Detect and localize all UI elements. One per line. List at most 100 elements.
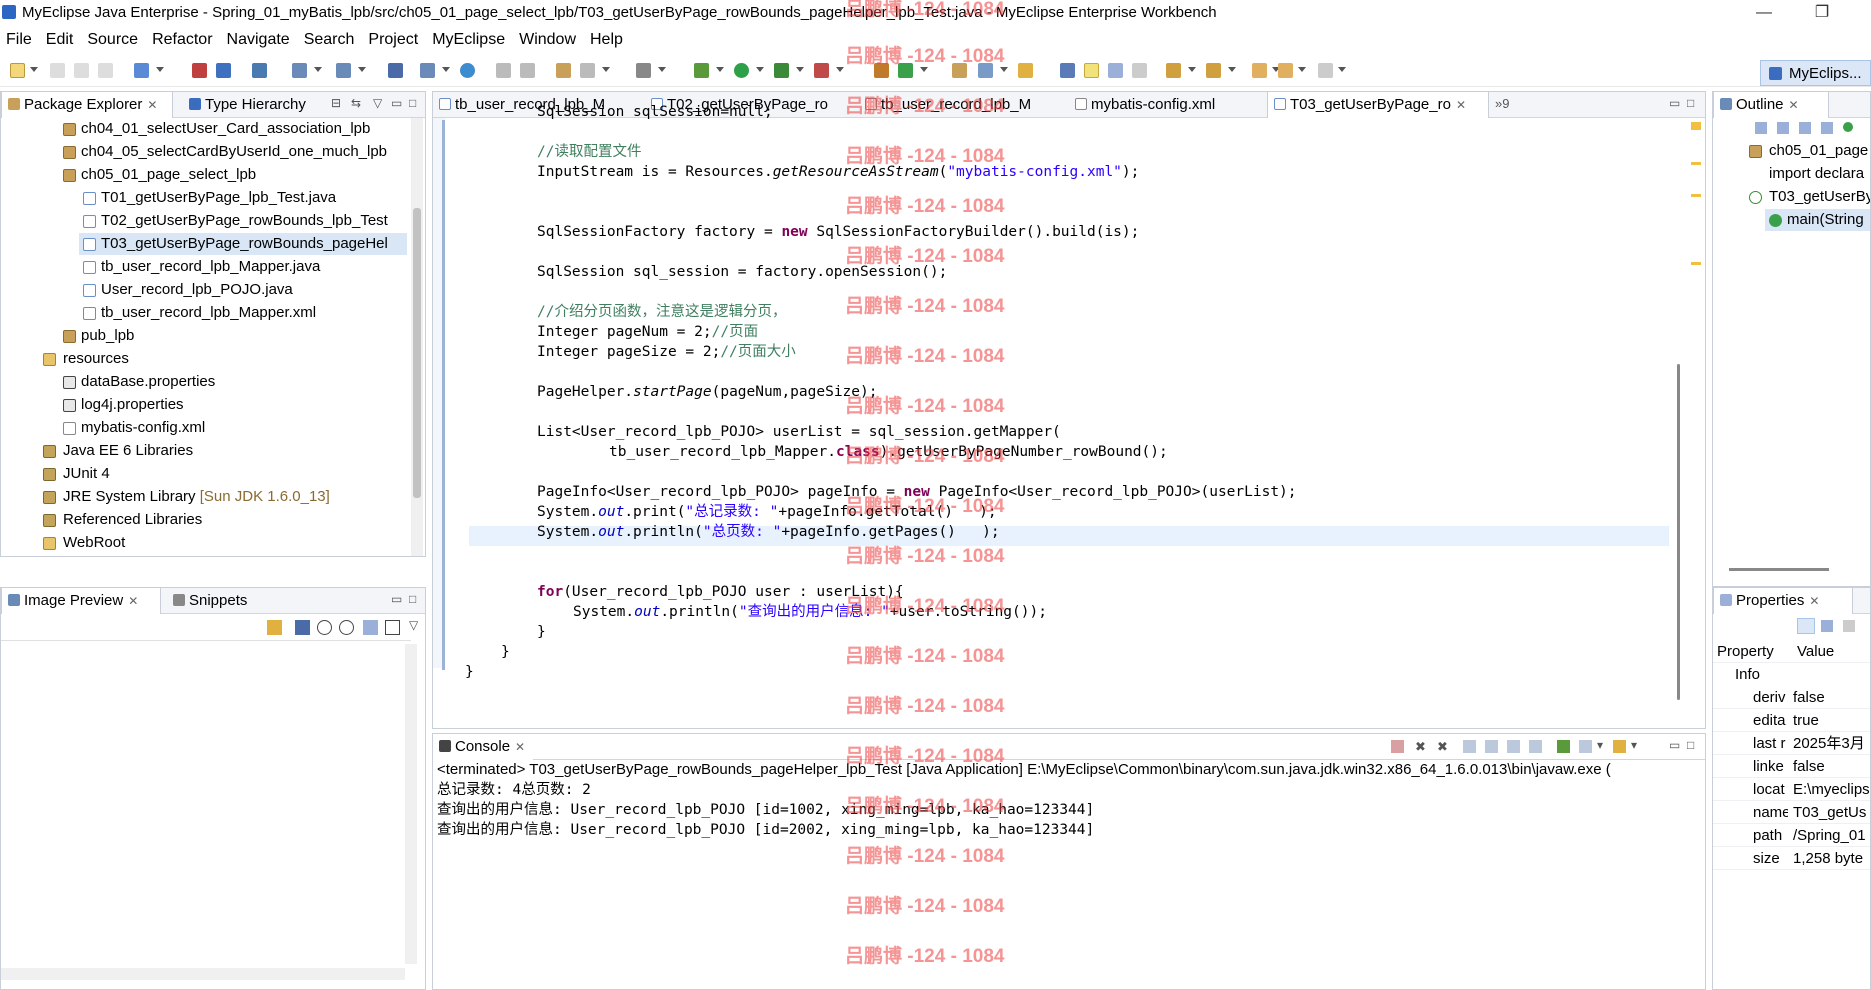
editor-tab-mapper-2[interactable]: tb_user_record_lpb_M	[859, 92, 1067, 118]
outline-item-imports[interactable]: import declara	[1713, 163, 1870, 185]
chevron-down-icon[interactable]	[1338, 67, 1346, 72]
editor-tab-t03[interactable]: T03_getUserByPage_ro ✕	[1267, 92, 1489, 118]
chevron-down-icon[interactable]	[602, 67, 610, 72]
pin-console-icon[interactable]	[1557, 740, 1570, 753]
tab-package-explorer[interactable]: Package Explorer ✕	[1, 92, 173, 118]
show-on-output-icon[interactable]	[1529, 740, 1542, 753]
coverage-icon[interactable]	[898, 63, 913, 78]
word-wrap-icon[interactable]	[1507, 740, 1520, 753]
remove-launch-icon[interactable]: ✖	[1415, 740, 1428, 753]
tree-item-resources[interactable]: resources	[1, 348, 411, 370]
save-all-icon[interactable]	[74, 63, 89, 78]
tree-item-ch04-01[interactable]: ch04_01_selectUser_Card_association_lpb	[1, 118, 411, 140]
minimize-icon[interactable]: ▭	[1669, 96, 1680, 110]
tree-item-pojo[interactable]: User_record_lpb_POJO.java	[1, 279, 411, 301]
new-project-icon[interactable]	[134, 63, 149, 78]
open-type-icon[interactable]	[388, 63, 403, 78]
package-icon[interactable]	[556, 63, 571, 78]
tab-properties[interactable]: Properties ✕	[1713, 588, 1853, 614]
tab-type-hierarchy[interactable]: Type Hierarchy	[183, 92, 325, 118]
chevron-down-icon[interactable]	[658, 67, 666, 72]
chevron-down-icon[interactable]	[1000, 67, 1008, 72]
property-row[interactable]: name T03_getUs	[1713, 801, 1870, 824]
scrollbar-thumb[interactable]	[1677, 364, 1680, 700]
chevron-down-icon[interactable]	[1228, 67, 1236, 72]
console-vscroll[interactable]	[1689, 784, 1701, 984]
minimize-icon[interactable]: ▭	[391, 592, 402, 606]
deploy-icon[interactable]	[192, 63, 207, 78]
web-icon[interactable]	[292, 63, 307, 78]
tab-image-preview[interactable]: Image Preview ✕	[1, 588, 161, 614]
run-server-icon[interactable]	[774, 63, 789, 78]
forward-icon[interactable]	[1318, 63, 1333, 78]
outline-item-package[interactable]: ch05_01_page	[1713, 140, 1870, 162]
toggle-breadcrumb-icon[interactable]	[1060, 63, 1075, 78]
filter-icon[interactable]	[1821, 620, 1833, 632]
chevron-down-icon[interactable]	[1298, 67, 1306, 72]
show-whitespace-icon[interactable]	[1132, 63, 1147, 78]
chevron-down-icon[interactable]: ▾	[1597, 738, 1603, 752]
minimize-button[interactable]: —	[1752, 2, 1776, 24]
tree-item-javaee-libs[interactable]: Java EE 6 Libraries	[1, 440, 411, 462]
close-icon[interactable]: ✕	[1456, 98, 1466, 112]
tree-item-mapper-java[interactable]: tb_user_record_lpb_Mapper.java	[1, 256, 411, 278]
maximize-icon[interactable]: □	[1687, 96, 1694, 110]
chevron-down-icon[interactable]	[920, 67, 928, 72]
scroll-lock-icon[interactable]	[1485, 740, 1498, 753]
hide-fields-icon[interactable]	[1799, 122, 1811, 134]
actual-size-icon[interactable]	[363, 620, 378, 635]
wrench-icon[interactable]	[978, 63, 993, 78]
stop-server-icon[interactable]	[814, 63, 829, 78]
maximize-icon[interactable]: □	[1687, 738, 1694, 752]
hide-static-icon[interactable]	[1821, 122, 1833, 134]
link-editor-icon[interactable]: ⇆	[351, 96, 361, 110]
chevron-down-icon[interactable]	[442, 67, 450, 72]
block-selection-icon[interactable]	[1108, 63, 1123, 78]
server-icon[interactable]	[216, 63, 231, 78]
console-hscroll[interactable]	[437, 976, 1687, 988]
database-icon[interactable]	[252, 63, 267, 78]
back-history-icon[interactable]	[496, 63, 511, 78]
menu-help[interactable]: Help	[584, 31, 631, 49]
outline-item-class[interactable]: T03_getUserBy	[1713, 186, 1870, 208]
tree-item-mapper-xml[interactable]: tb_user_record_lpb_Mapper.xml	[1, 302, 411, 324]
menu-search[interactable]: Search	[298, 31, 363, 49]
minimize-icon[interactable]: ▭	[391, 96, 402, 110]
tree-item-pub-lpb[interactable]: pub_lpb	[1, 325, 411, 347]
image-preview-hscroll[interactable]	[1, 968, 405, 980]
fit-window-icon[interactable]	[385, 620, 400, 635]
task-icon[interactable]	[1018, 63, 1033, 78]
close-icon[interactable]: ✕	[1789, 98, 1799, 112]
new-icon[interactable]	[10, 63, 25, 78]
properties-group-info[interactable]: Info	[1713, 663, 1870, 686]
previous-annotation-icon[interactable]	[1206, 63, 1221, 78]
scrollbar-thumb[interactable]	[1729, 568, 1829, 571]
perspective-myeclipse[interactable]: MyEclips...	[1760, 60, 1871, 86]
menu-edit[interactable]: Edit	[40, 31, 82, 49]
property-row[interactable]: path/Spring_01	[1713, 824, 1870, 847]
tree-item-t03[interactable]: T03_getUserByPage_rowBounds_pageHel	[79, 233, 407, 255]
editor-vscroll[interactable]	[1673, 118, 1685, 700]
minimize-icon[interactable]: ▭	[1669, 738, 1680, 752]
print-icon[interactable]	[98, 63, 113, 78]
chevron-down-icon[interactable]	[756, 67, 764, 72]
maximize-icon[interactable]: □	[409, 96, 416, 110]
occurrence-marker[interactable]	[1691, 162, 1701, 165]
property-row[interactable]: linke false	[1713, 755, 1870, 778]
chevron-down-icon[interactable]	[358, 67, 366, 72]
outline-hscroll[interactable]	[1713, 564, 1870, 576]
collapse-all-icon[interactable]	[1755, 122, 1767, 134]
categories-toggle-icon[interactable]	[1797, 618, 1815, 634]
menu-file[interactable]: File	[0, 31, 40, 49]
run-icon[interactable]	[734, 63, 749, 78]
collapse-all-icon[interactable]: ⊟	[331, 96, 341, 110]
outline-item-main[interactable]: main(String	[1765, 209, 1870, 231]
tab-outline[interactable]: Outline ✕	[1713, 92, 1829, 118]
occurrence-marker[interactable]	[1691, 262, 1701, 265]
zoom-out-icon[interactable]	[317, 620, 332, 635]
chevron-down-icon[interactable]: ▾	[1631, 738, 1637, 752]
scrollbar-thumb[interactable]	[413, 208, 421, 498]
display-console-icon[interactable]	[1579, 740, 1592, 753]
open-console-icon[interactable]	[1613, 740, 1626, 753]
terminate-icon[interactable]	[1391, 740, 1404, 753]
